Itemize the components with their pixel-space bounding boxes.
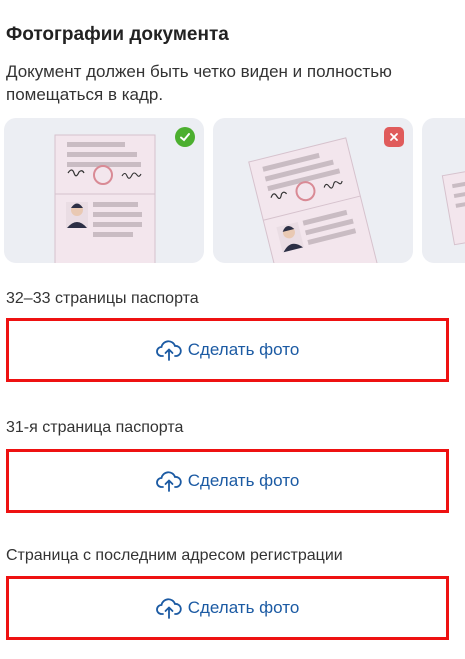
section-label-pages-32-33: 32–33 страницы паспорта bbox=[6, 290, 199, 307]
take-photo-label: Сделать фото bbox=[187, 340, 300, 359]
upload-cloud-icon bbox=[155, 471, 182, 492]
take-photo-button-registration-page[interactable]: Сделать фото bbox=[6, 576, 449, 640]
example-card-correct bbox=[4, 118, 204, 263]
example-card-incorrect bbox=[213, 118, 413, 263]
example-card-partial bbox=[422, 118, 465, 263]
example-gallery[interactable] bbox=[4, 118, 465, 265]
tilted-document-illustration bbox=[248, 137, 381, 263]
document-illustration bbox=[54, 134, 156, 263]
take-photo-button-pages-32-33[interactable]: Сделать фото bbox=[6, 318, 449, 382]
partial-document-illustration bbox=[441, 164, 465, 246]
upload-cloud-icon bbox=[155, 598, 182, 619]
take-photo-label: Сделать фото bbox=[187, 471, 300, 490]
take-photo-button-page-31[interactable]: Сделать фото bbox=[6, 449, 449, 513]
take-photo-label: Сделать фото bbox=[187, 598, 300, 617]
section-label-page-31: 31-я страница паспорта bbox=[6, 419, 184, 436]
page-description: Документ должен быть четко виден и полно… bbox=[6, 62, 392, 104]
section-label-registration-page: Страница с последним адресом регистрации bbox=[6, 547, 343, 564]
check-icon bbox=[175, 127, 195, 147]
upload-cloud-icon bbox=[155, 340, 182, 361]
page-title: Фотографии документа bbox=[6, 24, 229, 45]
cross-icon bbox=[384, 127, 404, 147]
